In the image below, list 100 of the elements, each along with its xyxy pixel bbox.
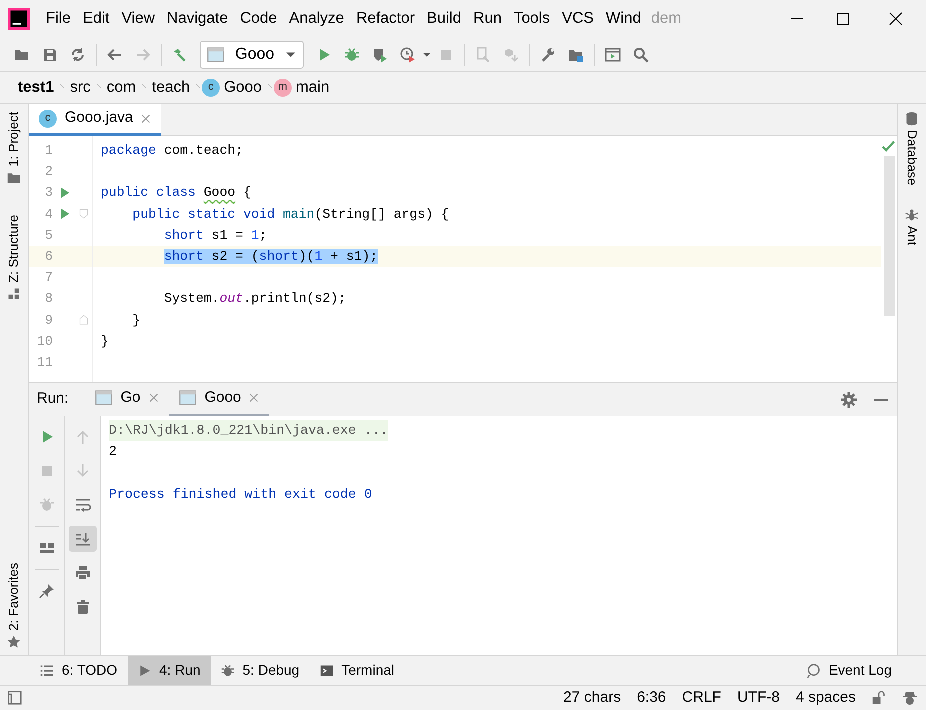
wrench-icon[interactable] xyxy=(540,46,556,62)
event-log-button[interactable]: Event Log xyxy=(796,656,902,686)
tool-window-tab[interactable]: 2: Favorites xyxy=(4,563,24,631)
console-icon[interactable] xyxy=(605,46,621,62)
line-number: 1 xyxy=(44,142,53,160)
scrollbar[interactable] xyxy=(884,156,894,316)
menu-item[interactable]: Edit xyxy=(76,7,116,31)
database-icon[interactable] xyxy=(905,112,919,126)
method-icon: m xyxy=(274,78,292,96)
terminal-icon xyxy=(320,664,334,678)
breadcrumb-item[interactable]: main xyxy=(292,76,334,100)
tool-window-tab[interactable]: Ant xyxy=(902,226,922,246)
tool-window-button[interactable]: 6: TODO xyxy=(30,656,128,686)
window-icon xyxy=(207,46,225,64)
menu-item[interactable]: Refactor xyxy=(350,7,422,31)
printer-icon[interactable] xyxy=(74,565,90,581)
inspection-ok-icon xyxy=(882,140,896,154)
maximize-icon[interactable] xyxy=(835,11,851,27)
hammer-icon[interactable] xyxy=(172,46,188,62)
menu-item[interactable]: Build xyxy=(421,7,468,31)
menu-item[interactable]: VCS xyxy=(556,7,600,31)
inspector-icon[interactable] xyxy=(902,690,918,706)
tool-window-tab[interactable]: Z: Structure xyxy=(4,214,24,283)
soft-wrap-icon[interactable] xyxy=(74,497,90,513)
breadcrumb-item[interactable]: src xyxy=(66,76,95,100)
shield-run-icon[interactable] xyxy=(372,46,388,62)
window-title: dem xyxy=(651,9,682,30)
run-configuration-dropdown[interactable]: Gooo xyxy=(200,40,304,68)
line-number: 5 xyxy=(44,226,53,245)
menu-item[interactable]: Analyze xyxy=(283,7,350,31)
toggle-panels-icon[interactable] xyxy=(8,691,22,705)
breadcrumb-item[interactable]: Gooo xyxy=(220,76,266,100)
code-line: short s1 = 1; xyxy=(163,228,268,243)
lock-icon[interactable] xyxy=(872,691,886,705)
line-number: 10 xyxy=(36,332,53,351)
menu-item[interactable]: Wind xyxy=(600,7,648,31)
profiler-icon[interactable] xyxy=(400,46,416,62)
search-icon[interactable] xyxy=(633,46,649,62)
status-item[interactable]: UTF-8 xyxy=(737,686,780,710)
menu-item[interactable]: Navigate xyxy=(161,7,234,31)
layout-icon[interactable] xyxy=(38,540,54,556)
console-line: 2 xyxy=(109,443,117,462)
class-icon: c xyxy=(202,78,220,96)
panel-title: Run: xyxy=(37,389,69,410)
ant-icon[interactable] xyxy=(905,208,919,222)
menu-item[interactable]: Run xyxy=(468,7,508,31)
bug-icon[interactable] xyxy=(344,46,360,62)
app-logo-icon[interactable] xyxy=(8,8,30,30)
line-number: 9 xyxy=(44,312,53,330)
class-icon: c xyxy=(39,110,57,128)
folder-icon[interactable] xyxy=(7,170,21,185)
bug-icon xyxy=(220,664,235,678)
menu-item[interactable]: Code xyxy=(234,7,284,31)
star-icon[interactable] xyxy=(7,635,21,649)
breadcrumb-item[interactable]: teach xyxy=(148,76,194,100)
menu-item[interactable]: File xyxy=(40,7,77,31)
line-number: 6 xyxy=(44,248,53,266)
breadcrumb-item[interactable]: com xyxy=(102,76,140,100)
structure-icon[interactable] xyxy=(7,286,21,301)
code-line: public static void main(String[] args) { xyxy=(132,206,450,222)
close-icon[interactable] xyxy=(888,11,904,27)
status-item[interactable]: CRLF xyxy=(682,686,722,710)
save-icon[interactable] xyxy=(42,46,58,62)
menu-item[interactable]: Tools xyxy=(508,7,556,31)
toggle-button[interactable] xyxy=(68,526,96,552)
list-icon xyxy=(40,664,54,678)
tool-window-button[interactable]: Terminal xyxy=(310,656,404,686)
code-line: package com.teach; xyxy=(101,143,244,158)
sync-icon[interactable] xyxy=(70,46,86,62)
code-line: } xyxy=(101,334,109,349)
tool-window-button[interactable]: 5: Debug xyxy=(210,656,310,686)
line-number: 3 xyxy=(44,184,53,202)
line-number: 2 xyxy=(44,163,53,182)
back-arrow-icon[interactable] xyxy=(107,46,123,62)
status-item[interactable]: 6:36 xyxy=(637,686,666,710)
run-gutter-icon[interactable] xyxy=(59,186,71,199)
window-icon xyxy=(178,389,197,407)
window-icon xyxy=(94,389,113,407)
line-number: 7 xyxy=(44,269,53,288)
line-number: 4 xyxy=(44,206,53,224)
status-item[interactable]: 4 spaces xyxy=(796,686,856,710)
pin-icon[interactable] xyxy=(38,583,54,599)
line-number: 8 xyxy=(44,290,53,308)
tool-window-tab[interactable]: 1: Project xyxy=(4,112,24,167)
menu-item[interactable]: View xyxy=(116,7,162,31)
code-line: System.out.println(s2); xyxy=(163,291,346,306)
code-line: public class Gooo { xyxy=(101,185,252,200)
run-icon xyxy=(138,664,152,678)
run-gutter-icon[interactable] xyxy=(59,208,71,220)
tool-window-button[interactable]: 4: Run xyxy=(128,656,211,686)
breadcrumb-item[interactable]: test1 xyxy=(14,76,58,100)
line-number: 11 xyxy=(36,354,53,372)
tool-window-tab[interactable]: Database xyxy=(902,130,922,186)
console-line: Process finished with exit code 0 xyxy=(109,486,372,504)
status-item[interactable]: 27 chars xyxy=(564,686,622,710)
settings-icon[interactable] xyxy=(841,392,857,408)
file-tab[interactable]: c Gooo.java xyxy=(29,104,162,136)
trash-icon[interactable] xyxy=(74,599,90,615)
code-line: } xyxy=(132,312,141,328)
balloon-icon xyxy=(806,664,821,678)
